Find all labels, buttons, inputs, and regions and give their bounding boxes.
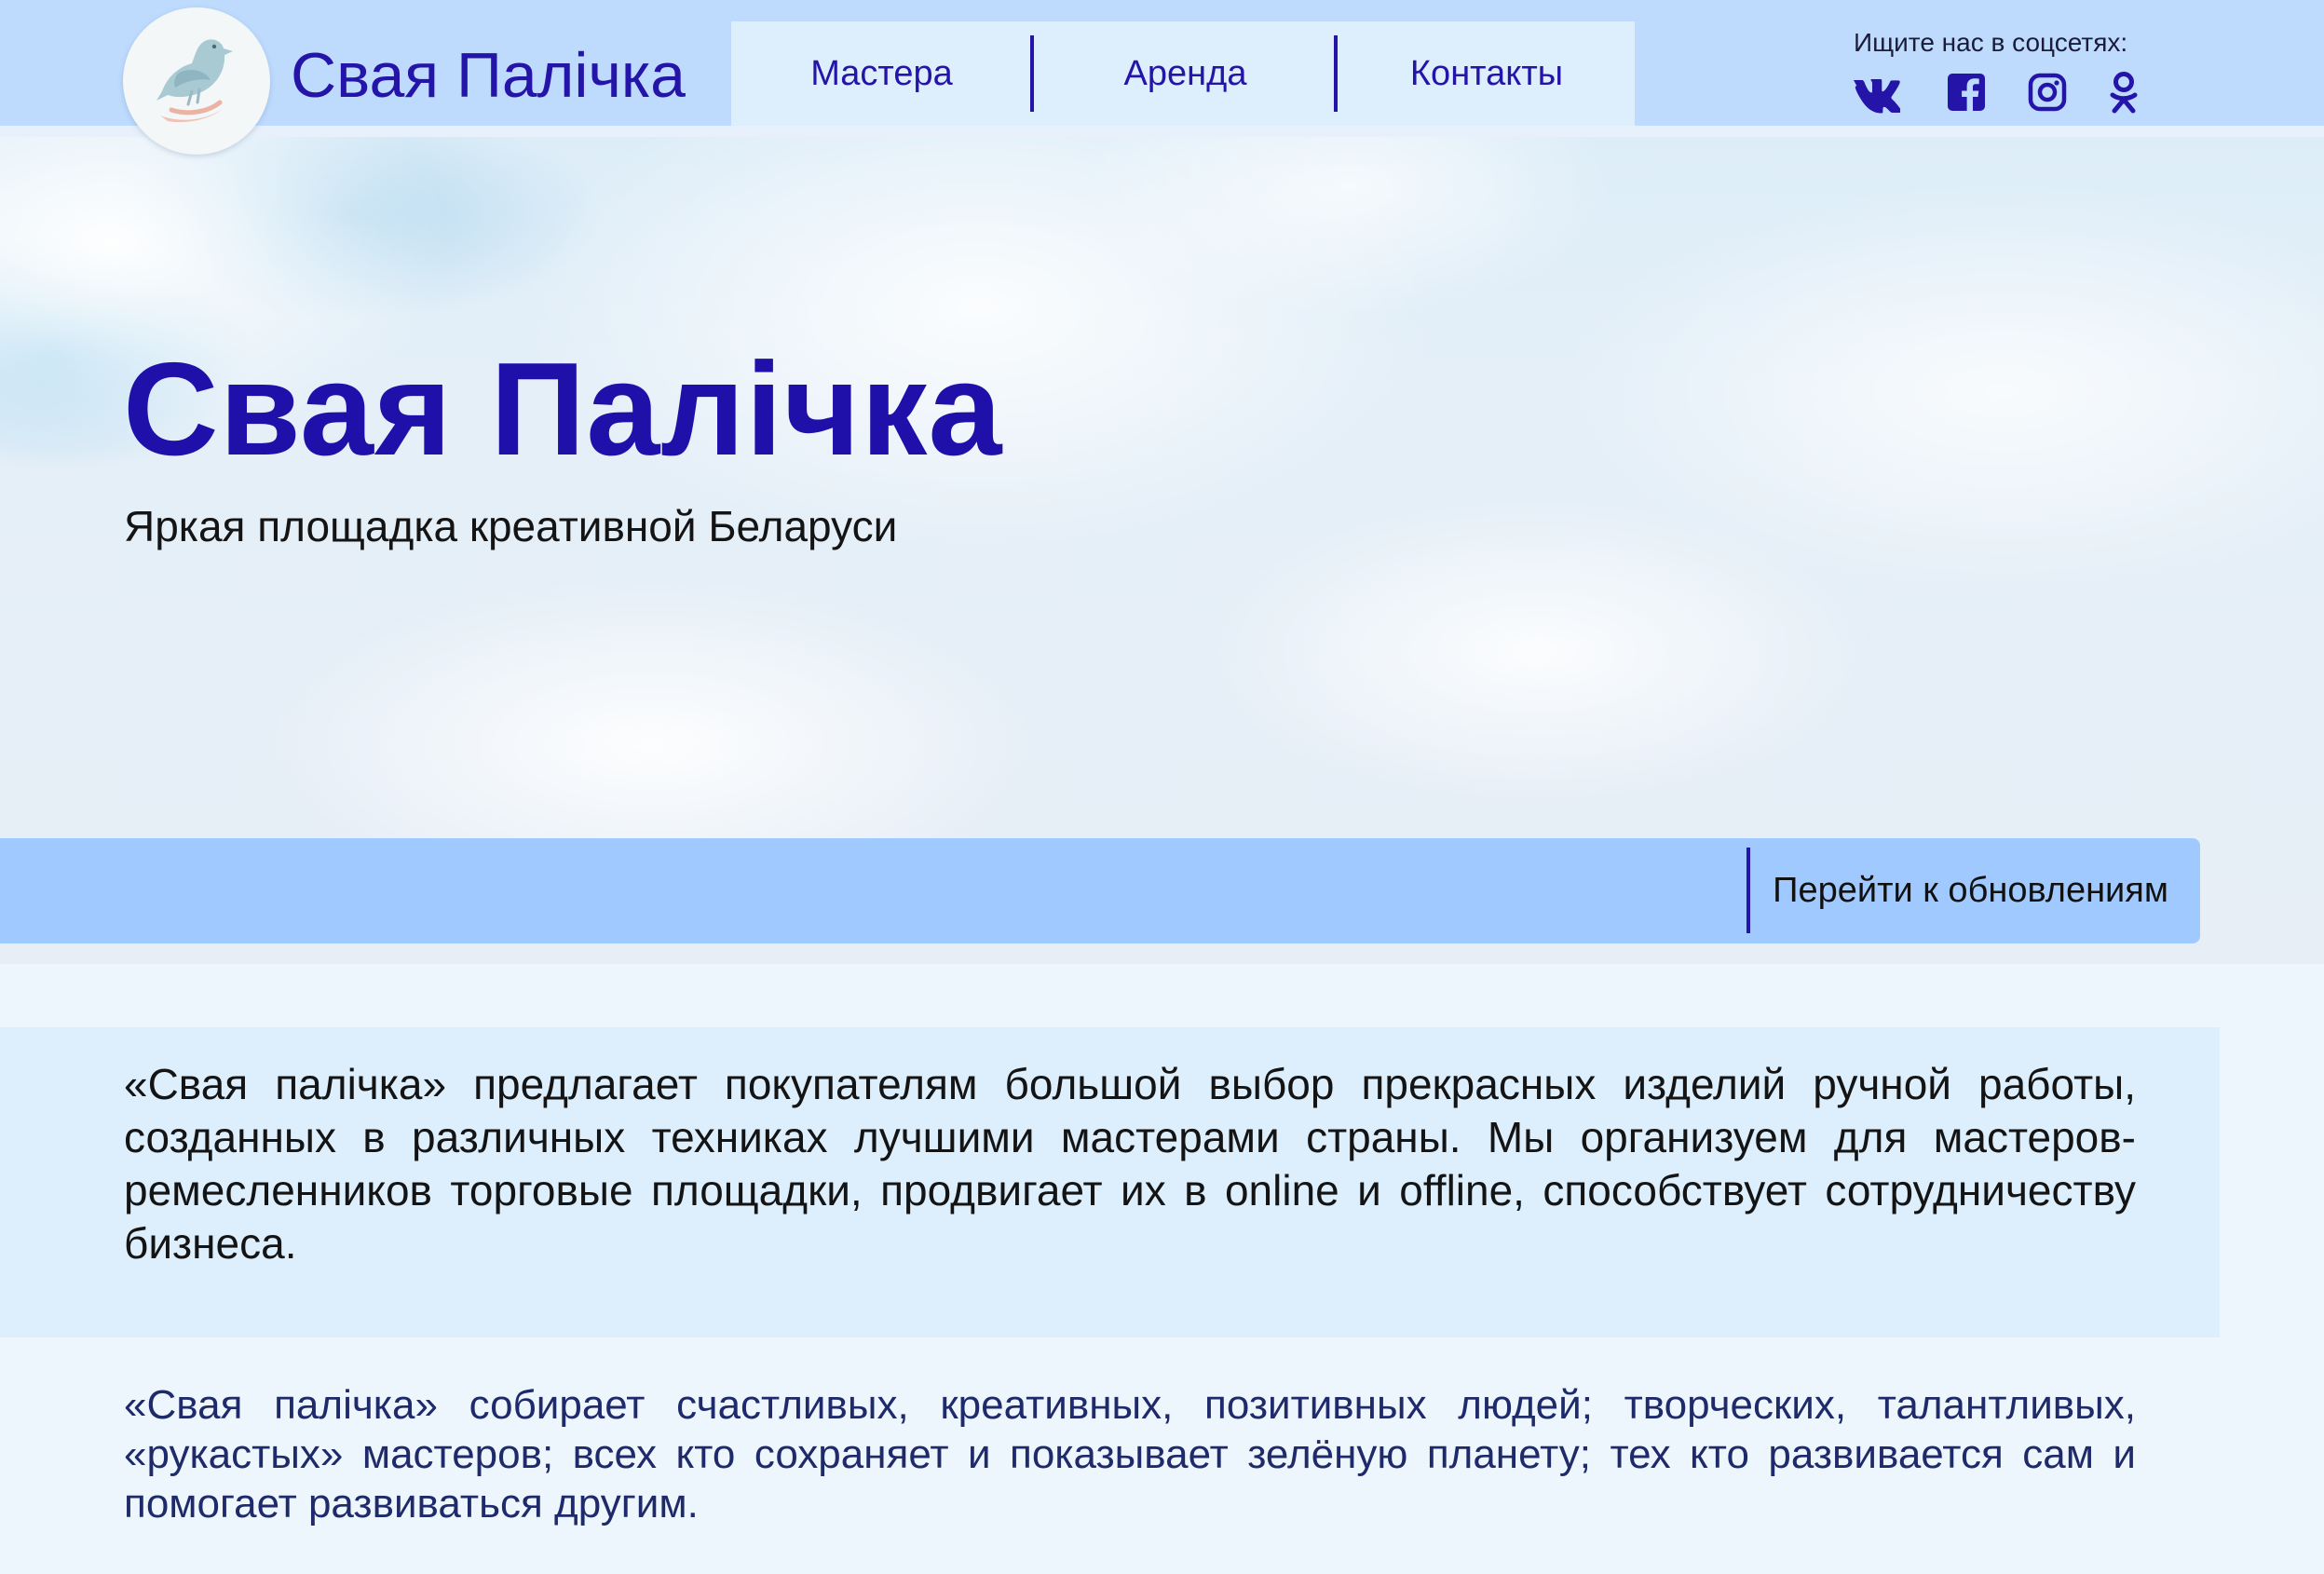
instagram-icon[interactable]	[2024, 69, 2071, 115]
main-nav: Мастера Аренда Контакты	[731, 21, 1635, 126]
brand-name[interactable]: Свая Палічка	[291, 39, 686, 112]
nav-item-contacts[interactable]: Контакты	[1339, 21, 1635, 126]
community-text: «Свая палічка» собирает счастливых, креа…	[124, 1382, 2136, 1527]
vk-icon[interactable]	[1852, 69, 1900, 115]
site-header: Свая Палічка Мастера Аренда Контакты Ищи…	[0, 0, 2324, 137]
updates-link[interactable]: Перейти к обновлениям	[1746, 848, 2168, 933]
social-label: Ищите нас в соцсетях:	[1854, 28, 2128, 57]
dove-icon[interactable]	[123, 7, 270, 155]
nav-item-masters[interactable]: Мастера	[731, 21, 1032, 126]
about-text: «Свая палічка» предлагает покупателям бо…	[124, 1060, 2136, 1268]
updates-bar: Перейти к обновлениям	[0, 838, 2200, 943]
nav-divider	[1334, 35, 1338, 112]
nav-divider	[1030, 35, 1034, 112]
odnoklassniki-icon[interactable]	[2103, 69, 2150, 115]
nav-item-rent[interactable]: Аренда	[1035, 21, 1336, 126]
hero-subtitle: Яркая площадка креативной Беларуси	[124, 502, 898, 550]
facebook-icon[interactable]	[1943, 69, 1990, 115]
hero-title: Свая Палічка	[123, 335, 1003, 483]
